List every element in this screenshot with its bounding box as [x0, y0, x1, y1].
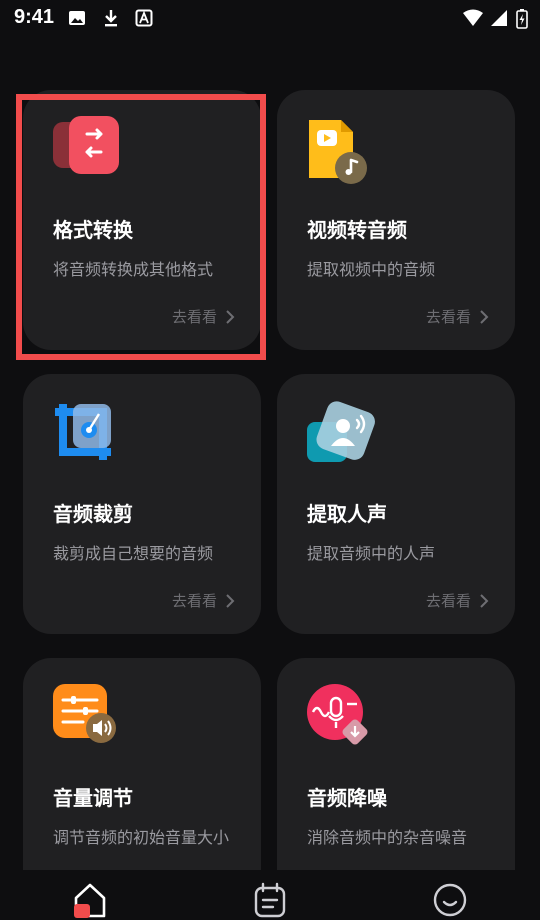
home-icon[interactable]	[70, 880, 110, 920]
card-video-to-audio[interactable]: 视频转音频 提取视频中的音频 去看看	[277, 90, 515, 350]
card-title: 音频裁剪	[53, 502, 133, 526]
tasks-icon[interactable]	[250, 880, 290, 920]
card-desc: 提取音频中的人声	[307, 544, 436, 563]
card-title: 音量调节	[53, 786, 133, 810]
see-more-link[interactable]: 去看看	[172, 590, 235, 611]
download-icon	[105, 10, 117, 27]
see-more-label: 去看看	[425, 308, 471, 326]
chevron-right-icon	[480, 309, 489, 324]
font-a-icon	[135, 9, 153, 27]
card-title: 音频降噪	[307, 786, 387, 810]
chevron-right-icon	[226, 309, 235, 324]
see-more-link[interactable]: 去看看	[172, 306, 235, 327]
card-audio-crop[interactable]: 音频裁剪 裁剪成自己想要的音频 去看看	[23, 374, 261, 634]
card-title: 视频转音频	[307, 218, 407, 242]
card-desc: 将音频转换成其他格式	[53, 260, 214, 279]
see-more-label: 去看看	[425, 592, 471, 610]
audio-crop-icon	[55, 404, 111, 460]
volume-adjust-icon	[53, 684, 116, 743]
format-convert-icon	[53, 116, 119, 174]
chevron-right-icon	[480, 593, 489, 608]
see-more-label: 去看看	[171, 308, 217, 326]
signal-icon	[491, 10, 507, 26]
card-desc: 消除音频中的杂音噪音	[307, 828, 468, 847]
card-vocal-extract[interactable]: 提取人声 提取音频中的人声 去看看	[277, 374, 515, 634]
see-more-label: 去看看	[171, 592, 217, 610]
see-more-link[interactable]: 去看看	[426, 590, 489, 611]
noise-reduction-icon	[307, 684, 368, 745]
chevron-right-icon	[226, 593, 235, 608]
vocal-extract-icon	[307, 401, 375, 462]
image-icon	[69, 11, 85, 25]
card-desc: 调节音频的初始音量大小	[53, 828, 230, 847]
see-more-link[interactable]: 去看看	[426, 306, 489, 327]
card-desc: 提取视频中的音频	[307, 260, 436, 279]
status-bar: 9:41	[0, 0, 540, 38]
wifi-icon	[463, 9, 483, 26]
card-desc: 裁剪成自己想要的音频	[53, 544, 214, 563]
card-format-convert[interactable]: 格式转换 将音频转换成其他格式 去看看	[23, 90, 261, 350]
card-title: 格式转换	[53, 218, 133, 242]
video-to-audio-icon	[309, 120, 367, 184]
battery-icon	[516, 9, 528, 29]
status-time: 9:41	[14, 6, 55, 28]
profile-icon[interactable]	[430, 880, 470, 920]
card-title: 提取人声	[307, 502, 387, 526]
bottom-nav	[0, 870, 540, 920]
